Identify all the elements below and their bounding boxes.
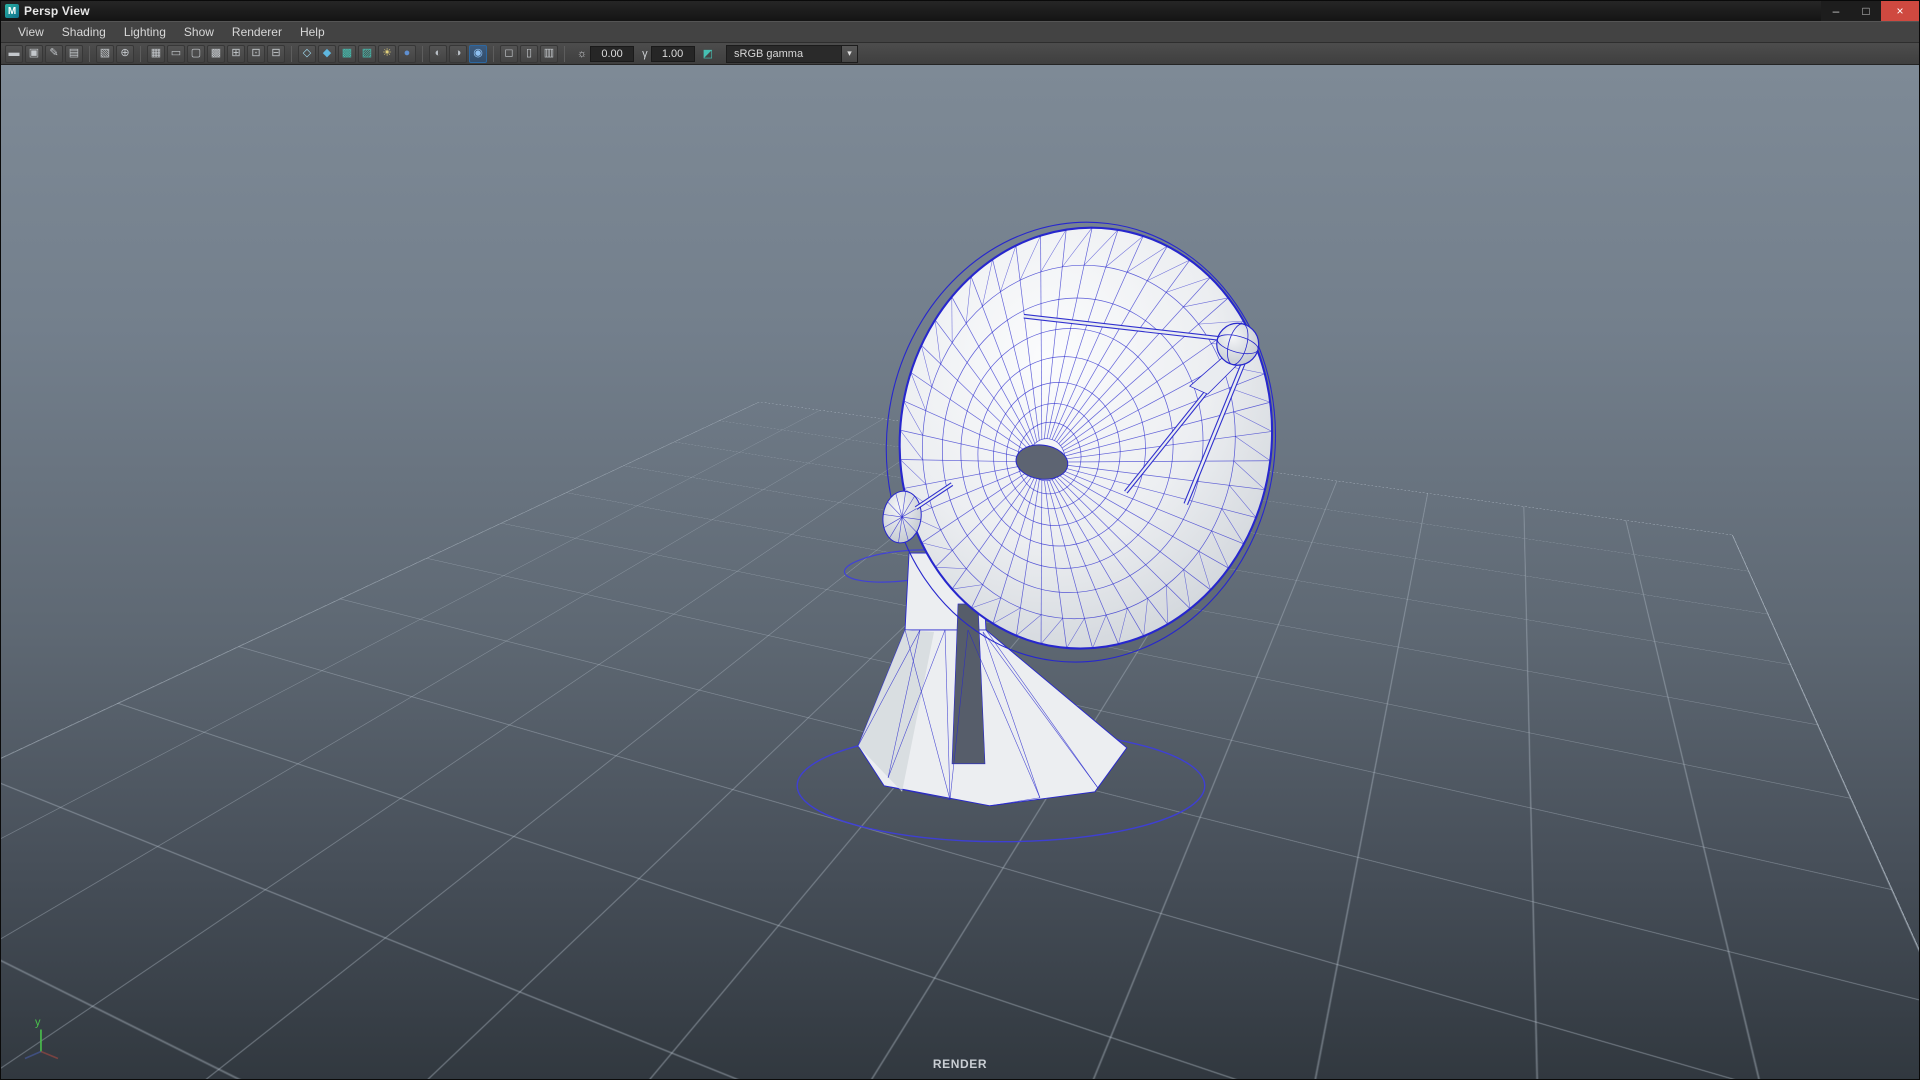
textured-icon[interactable]: ▩ <box>338 44 356 63</box>
isolate-select-icon[interactable]: ◻ <box>500 44 518 63</box>
perspective-viewport[interactable]: y RENDER <box>1 65 1919 1079</box>
toolbar-icon-strip: ▬ ▣ ✎ ▤ ▧ ⊕ ▦ ▭ ▢ ▩ ⊞ ⊡ ⊟ ◇ ◆ ▩ ▨ ☀ ● ◐ ◑ ◉ ◻ ▯ ▥ <box>5 44 569 63</box>
axis-indicator: y <box>24 1017 59 1060</box>
bookmarks-icon[interactable]: ▤ <box>65 44 83 63</box>
field-chart-icon[interactable]: ⊞ <box>227 44 245 63</box>
toolbar-separator <box>89 45 90 62</box>
shaded-icon[interactable]: ◆ <box>318 44 336 63</box>
grid-icon[interactable]: ▦ <box>147 44 165 63</box>
maya-app-icon: M <box>5 4 19 18</box>
menu-view[interactable]: View <box>9 22 53 42</box>
view-transform-select[interactable]: sRGB gamma ▾ <box>726 44 858 63</box>
select-camera-icon[interactable]: ▬ <box>5 44 23 63</box>
viewport-toolbar: ▬▣✎▤▧⊕▦▭▢▩⊞⊡⊟◇◆▩▨☀●◐◑◉◻▯▥ ☼ γ ◩ sRGB gam… <box>1 43 1919 65</box>
resolution-gate-icon[interactable]: ▢ <box>187 44 205 63</box>
scene-canvas[interactable]: y <box>1 65 1919 1079</box>
camera-name-label: RENDER <box>932 1057 988 1071</box>
toolbar-separator <box>564 45 565 62</box>
safe-title-icon[interactable]: ⊟ <box>267 44 285 63</box>
menu-shading[interactable]: Shading <box>53 22 115 42</box>
xray-icon[interactable]: ▯ <box>520 44 538 63</box>
xray-joints-icon[interactable]: ▥ <box>540 44 558 63</box>
toolbar-separator <box>291 45 292 62</box>
safe-action-icon[interactable]: ⊡ <box>247 44 265 63</box>
lock-camera-icon[interactable]: ▣ <box>25 44 43 63</box>
color-management-icon[interactable]: ◩ <box>703 47 713 60</box>
minimize-button[interactable]: – <box>1821 1 1851 21</box>
multisample-aa-icon[interactable]: ◉ <box>469 44 487 63</box>
camera-attributes-icon[interactable]: ✎ <box>45 44 63 63</box>
gamma-input[interactable] <box>650 45 695 62</box>
toolbar-separator <box>422 45 423 62</box>
wireframe-icon[interactable]: ◇ <box>298 44 316 63</box>
chevron-down-icon[interactable]: ▾ <box>841 45 857 62</box>
close-button[interactable]: × <box>1881 1 1919 21</box>
maximize-button[interactable]: □ <box>1851 1 1881 21</box>
view-transform-value: sRGB gamma <box>734 47 804 60</box>
film-gate-icon[interactable]: ▭ <box>167 44 185 63</box>
title-bar[interactable]: M Persp View – □ × <box>1 1 1919 21</box>
ambient-occlusion-icon[interactable]: ◐ <box>429 44 447 63</box>
motion-blur-icon[interactable]: ◑ <box>449 44 467 63</box>
use-all-lights-icon[interactable]: ☀ <box>378 44 396 63</box>
exposure-input[interactable] <box>590 45 635 62</box>
menu-show[interactable]: Show <box>175 22 223 42</box>
exposure-icon[interactable]: ☼ <box>577 48 587 60</box>
window-controls: – □ × <box>1821 1 1919 21</box>
gate-mask-icon[interactable]: ▩ <box>207 44 225 63</box>
image-plane-icon[interactable]: ▧ <box>96 44 114 63</box>
window-title: Persp View <box>24 4 90 18</box>
axis-y-label: y <box>35 1017 41 1029</box>
toolbar-separator <box>493 45 494 62</box>
gamma-icon[interactable]: γ <box>642 48 648 60</box>
persp-view-window: M Persp View – □ × View Shading Lighting… <box>0 0 1920 1080</box>
menu-help[interactable]: Help <box>291 22 334 42</box>
2d-pan-zoom-icon[interactable]: ⊕ <box>116 44 134 63</box>
menu-lighting[interactable]: Lighting <box>115 22 175 42</box>
checker-shading-icon[interactable]: ▨ <box>358 44 376 63</box>
menu-bar: View Shading Lighting Show Renderer Help <box>1 21 1919 43</box>
shadows-icon[interactable]: ● <box>398 44 416 63</box>
menu-renderer[interactable]: Renderer <box>223 22 291 42</box>
toolbar-separator <box>140 45 141 62</box>
